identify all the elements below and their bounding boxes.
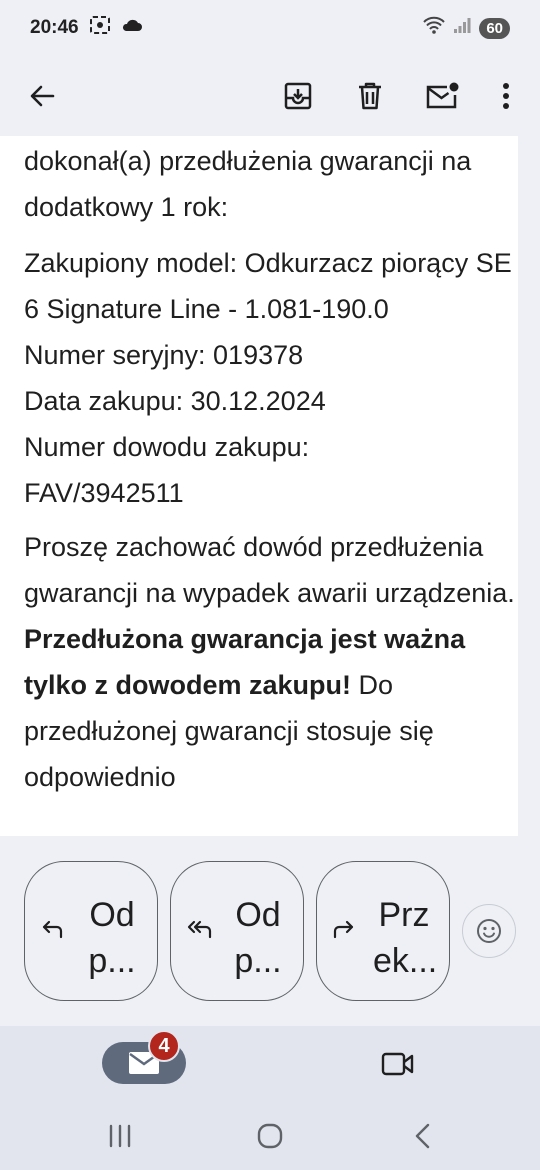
reply-label: Od p... bbox=[88, 896, 136, 980]
screenshot-icon bbox=[89, 15, 111, 41]
forward-button[interactable]: Prz ek... bbox=[316, 861, 450, 1001]
home-icon bbox=[257, 1123, 283, 1149]
video-camera-icon bbox=[381, 1052, 414, 1076]
paragraph-details: Zakupiony model: Odkurzacz piorący SE 6 … bbox=[24, 240, 518, 516]
paragraph-keep-proof: Proszę zachować dowód przedłużenia gwara… bbox=[24, 524, 518, 800]
reply-icon bbox=[42, 920, 63, 939]
more-vert-icon bbox=[503, 83, 509, 109]
archive-button[interactable] bbox=[270, 68, 326, 124]
reply-all-label: Od p... bbox=[234, 896, 282, 980]
wifi-icon bbox=[423, 16, 446, 40]
email-toolbar bbox=[0, 56, 540, 136]
bottom-navigation: 4 bbox=[0, 1026, 540, 1102]
reply-all-button[interactable]: Od p... bbox=[170, 861, 304, 1001]
signal-icon bbox=[453, 16, 471, 40]
battery-indicator: 60 bbox=[479, 17, 510, 39]
proof-number-value: FAV/3942511 bbox=[24, 478, 184, 508]
system-navigation-bar bbox=[0, 1102, 540, 1170]
status-time: 20:46 bbox=[30, 17, 79, 38]
mark-unread-icon bbox=[426, 82, 459, 109]
reply-button[interactable]: Od p... bbox=[24, 861, 158, 1001]
recents-icon bbox=[109, 1124, 131, 1148]
back-chevron-icon bbox=[415, 1123, 430, 1149]
back-arrow-icon bbox=[30, 85, 55, 107]
reply-bar: Od p... Od p... Prz ek... bbox=[0, 836, 540, 1026]
delete-button[interactable] bbox=[342, 68, 398, 124]
purchase-date-line: Data zakupu: 30.12.2024 bbox=[24, 386, 326, 416]
emoji-reaction-button[interactable] bbox=[462, 904, 516, 958]
more-options-button[interactable] bbox=[486, 68, 526, 124]
back-nav-button[interactable] bbox=[406, 1120, 438, 1152]
keep-proof-bold: Przedłużona gwarancja jest ważna tylko z… bbox=[24, 624, 466, 700]
keep-proof-text: Proszę zachować dowód przedłużenia gwara… bbox=[24, 532, 515, 608]
email-body: dokonał(a) przedłużenia gwarancji na dod… bbox=[0, 136, 518, 836]
home-button[interactable] bbox=[254, 1120, 286, 1152]
email-body-scroll[interactable]: dokonał(a) przedłużenia gwarancji na dod… bbox=[0, 136, 540, 836]
reply-all-icon bbox=[187, 920, 212, 939]
forward-icon bbox=[333, 920, 354, 939]
back-button[interactable] bbox=[14, 68, 70, 124]
serial-line: Numer seryjny: 019378 bbox=[24, 340, 304, 370]
mark-unread-button[interactable] bbox=[414, 68, 470, 124]
forward-label: Prz ek... bbox=[373, 896, 438, 980]
cloud-icon bbox=[121, 17, 143, 39]
mail-unread-badge: 4 bbox=[148, 1030, 180, 1062]
status-bar: 20:46 60 bbox=[0, 0, 540, 56]
nav-meet-tab[interactable] bbox=[378, 1044, 418, 1084]
proof-number-label: Numer dowodu zakupu: bbox=[24, 432, 310, 462]
recents-button[interactable] bbox=[104, 1120, 136, 1152]
paragraph-extension: dokonał(a) przedłużenia gwarancji na dod… bbox=[24, 146, 472, 222]
emoji-icon bbox=[477, 919, 501, 943]
trash-icon bbox=[359, 82, 381, 110]
archive-icon bbox=[284, 82, 312, 110]
model-line: Zakupiony model: Odkurzacz piorący SE 6 … bbox=[24, 248, 512, 324]
